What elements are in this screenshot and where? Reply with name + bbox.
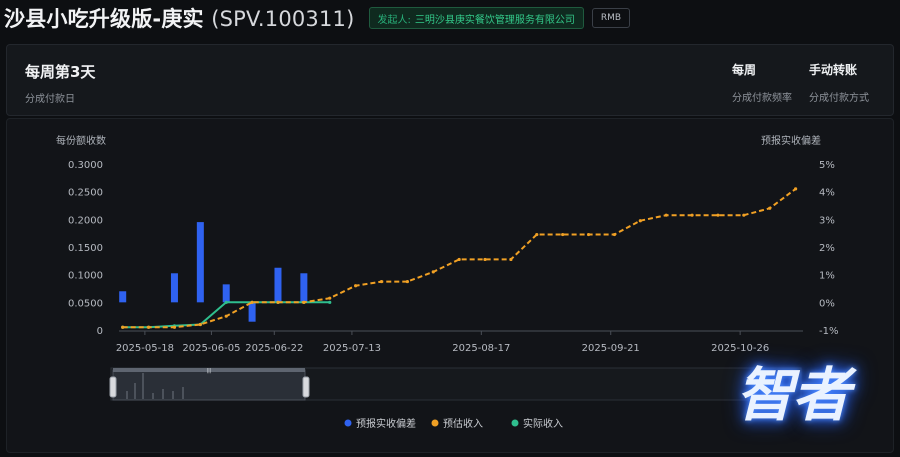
- estimated-income-line-point[interactable]: [483, 257, 487, 262]
- payday-label: 分成付款日: [25, 94, 75, 105]
- estimated-income-line-point[interactable]: [716, 213, 720, 217]
- left-tick-label: 0.0500: [68, 298, 103, 309]
- bar[interactable]: [170, 273, 178, 303]
- issuer-name: 三明沙县庚实餐饮管理服务有限公司: [414, 14, 575, 26]
- estimated-income-line-point[interactable]: [354, 284, 358, 288]
- x-tick-label: 2025-09-21: [582, 343, 640, 354]
- legend-swatch: [431, 419, 439, 427]
- estimated-income-line-point[interactable]: [328, 296, 332, 300]
- estimated-income-line-point[interactable]: [768, 206, 772, 210]
- project-code: (SPV.100311): [211, 7, 355, 31]
- payment-info-card: 每周第3天 分成付款日 每周 分成付款频率 手动转账 分成付款方式: [6, 44, 894, 116]
- x-tick-label: 2025-07-13: [323, 343, 381, 354]
- estimated-income-line-point[interactable]: [742, 213, 746, 217]
- estimated-income-line-point[interactable]: [457, 257, 461, 262]
- estimated-income-line-point[interactable]: [586, 232, 591, 237]
- x-tick-label: 2025-05-18: [116, 343, 174, 354]
- issuer-badge[interactable]: 发起人: 三明沙县庚实餐饮管理服务有限公司: [368, 7, 584, 29]
- frequency-block: 每周 分成付款频率: [732, 61, 792, 104]
- estimated-income-line-point[interactable]: [431, 270, 435, 274]
- estimated-income-line-point[interactable]: [612, 232, 617, 237]
- slider-grip-icon[interactable]: |||: [206, 368, 211, 374]
- page-header: 沙县小吃升级版-庚实 (SPV.100311) 发起人: 三明沙县庚实餐饮管理服…: [0, 0, 900, 36]
- x-axis: 2025-05-18 2025-06-05 2025-06-22 2025-07-13…: [116, 330, 803, 354]
- legend-label: 预报实收偏差: [356, 417, 416, 430]
- payday-block: 每周第3天 分成付款日: [25, 61, 95, 105]
- currency-badge: RMB: [591, 8, 631, 28]
- estimated-income-line-point[interactable]: [690, 213, 694, 217]
- method-value: 手动转账: [809, 63, 858, 77]
- left-axis: 0.3000 0.2500 0.2000 0.1500 0.1000 0.0500 0: [68, 160, 103, 337]
- right-tick-label: 1%: [819, 271, 835, 282]
- line-series: [121, 187, 798, 329]
- slider-right-handle[interactable]: [302, 376, 310, 398]
- left-axis-title: 每份额收数: [56, 134, 106, 147]
- left-tick-label: 0: [97, 326, 103, 337]
- x-tick-label: 2025-06-22: [245, 343, 303, 354]
- project-name: 沙县小吃升级版-庚实: [4, 7, 204, 31]
- actual-income-line-point[interactable]: [328, 300, 332, 304]
- issuer-label: 发起人:: [377, 14, 411, 26]
- legend-swatch: [511, 419, 519, 427]
- bar[interactable]: [119, 291, 127, 303]
- legend-item[interactable]: 实际收入: [511, 417, 564, 430]
- bar[interactable]: [300, 273, 308, 303]
- right-tick-label: 5%: [819, 160, 835, 171]
- bar[interactable]: [196, 222, 204, 303]
- bar-series: [119, 222, 308, 322]
- legend-item[interactable]: 预报实收偏差: [344, 417, 417, 430]
- legend-swatch: [344, 419, 352, 427]
- frequency-value: 每周: [732, 63, 757, 77]
- right-tick-label: 3%: [819, 215, 835, 226]
- estimated-income-line-point[interactable]: [794, 187, 798, 191]
- left-tick-label: 0.1500: [68, 243, 103, 254]
- legend-label: 实际收入: [523, 417, 563, 430]
- right-tick-label: -1%: [819, 326, 838, 337]
- page-title: 沙县小吃升级版-庚实 (SPV.100311): [4, 3, 355, 33]
- estimated-income-line-point[interactable]: [172, 325, 177, 329]
- x-tick-label: 2025-06-05: [182, 343, 240, 354]
- left-tick-label: 0.3000: [68, 160, 103, 171]
- estimated-income-line-point[interactable]: [250, 300, 254, 304]
- chart-legend: 预报实收偏差 预估收入 实际收入: [344, 417, 564, 430]
- x-tick-label: 2025-08-17: [452, 343, 510, 354]
- left-tick-label: 0.1000: [68, 271, 103, 282]
- estimated-income-line-point[interactable]: [224, 314, 228, 318]
- zoom-slider[interactable]: |||: [109, 367, 802, 401]
- right-tick-label: 4%: [819, 188, 835, 199]
- right-tick-label: 2%: [819, 243, 835, 254]
- estimated-income-line-point[interactable]: [198, 322, 202, 327]
- left-tick-label: 0.2500: [68, 188, 103, 199]
- bar[interactable]: [222, 284, 230, 303]
- bar[interactable]: [248, 302, 256, 322]
- bar[interactable]: [274, 267, 282, 303]
- right-axis: 5% 4% 3% 2% 1% 0% -1%: [819, 160, 838, 337]
- slider-left-handle[interactable]: [109, 376, 117, 398]
- method-block: 手动转账 分成付款方式: [809, 61, 869, 104]
- estimated-income-line-point[interactable]: [535, 232, 539, 237]
- estimated-income-line-point[interactable]: [146, 325, 151, 329]
- estimated-income-line-point[interactable]: [121, 325, 125, 329]
- estimated-income-line-point[interactable]: [561, 232, 565, 237]
- right-axis-title: 预报实收偏差: [761, 134, 821, 147]
- left-tick-label: 0.2000: [68, 215, 103, 226]
- estimated-income-line-point[interactable]: [638, 219, 642, 223]
- estimated-income-line-point[interactable]: [664, 213, 668, 217]
- watermark-logo: 智者: [736, 361, 850, 429]
- slider-window[interactable]: [112, 369, 306, 401]
- legend-label: 预估收入: [443, 417, 483, 430]
- legend-item[interactable]: 预估收入: [431, 417, 484, 430]
- payday-value: 每周第3天: [25, 63, 96, 81]
- estimated-income-line-point[interactable]: [302, 300, 306, 304]
- estimated-income-line-point[interactable]: [509, 257, 513, 262]
- right-tick-label: 0%: [819, 298, 835, 309]
- estimated-income-line-point[interactable]: [379, 279, 384, 284]
- frequency-label: 分成付款频率: [732, 93, 792, 104]
- estimated-income-line-point[interactable]: [405, 279, 409, 284]
- method-label: 分成付款方式: [809, 93, 869, 104]
- estimated-income-line-point[interactable]: [276, 300, 280, 304]
- actual-income-line-point[interactable]: [224, 300, 228, 304]
